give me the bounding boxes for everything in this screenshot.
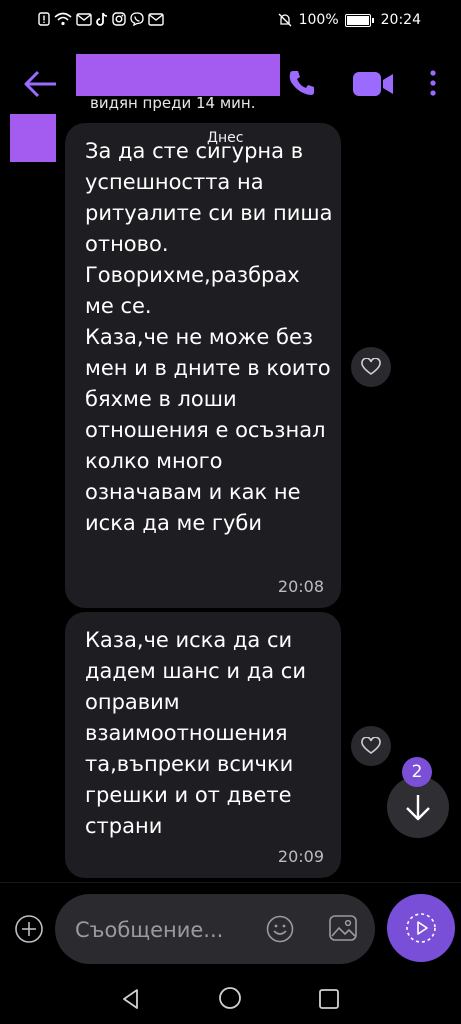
message-bubble[interactable]: Каза,че иска да си дадем шанс и да си оп… <box>65 612 341 878</box>
voice-message-button[interactable] <box>387 894 455 962</box>
nav-back-icon[interactable] <box>120 988 142 1010</box>
more-options-icon[interactable] <box>426 68 440 98</box>
message-text: Каза,че иска да си дадем шанс и да си оп… <box>85 628 306 838</box>
alert-icon <box>38 12 50 26</box>
message-text: За да сте сигурна в успешността на ритуа… <box>85 139 333 535</box>
dnd-off-icon <box>278 13 292 27</box>
viber-icon <box>130 12 144 26</box>
last-seen-status: видян преди 14 мин. <box>90 94 256 112</box>
instagram-icon <box>112 12 126 26</box>
battery-percent: 100% <box>298 12 339 28</box>
wifi-icon <box>54 12 72 26</box>
mail-icon <box>148 12 164 26</box>
status-bar: 100% 20:24 <box>0 0 461 44</box>
status-right: 100% 20:24 <box>277 12 421 28</box>
sticker-emoji-icon[interactable] <box>265 914 295 944</box>
redacted-contact-name[interactable] <box>76 54 280 96</box>
plus-icon[interactable] <box>14 914 44 944</box>
mail-icon <box>76 12 92 26</box>
video-call-icon[interactable] <box>352 70 394 98</box>
battery-fill <box>346 15 369 25</box>
nav-recent-apps-icon[interactable] <box>318 988 340 1010</box>
nav-home-icon[interactable] <box>218 986 242 1010</box>
message-input[interactable] <box>73 912 267 948</box>
date-separator: Днес <box>207 130 244 146</box>
like-button[interactable] <box>351 726 391 766</box>
unread-count-badge[interactable]: 2 <box>402 757 432 787</box>
message-time: 20:08 <box>277 577 324 596</box>
play-voice-icon <box>406 913 436 943</box>
arrow-down-icon <box>406 795 430 821</box>
message-time: 20:09 <box>277 847 324 866</box>
message-bubble[interactable]: За да сте сигурна в успешността на ритуа… <box>65 123 341 608</box>
redacted-avatar[interactable] <box>10 114 56 162</box>
heart-icon <box>361 358 381 375</box>
message-composer <box>55 894 375 964</box>
battery-icon <box>344 13 374 27</box>
heart-icon <box>361 737 381 754</box>
phone-call-icon[interactable] <box>287 68 317 98</box>
composer-divider <box>0 882 461 883</box>
chat-header: видян преди 14 мин. <box>0 44 461 124</box>
tiktok-icon <box>96 12 108 26</box>
clock: 20:24 <box>380 12 421 28</box>
back-arrow-icon[interactable] <box>22 69 60 99</box>
status-notification-icons <box>38 12 164 26</box>
like-button[interactable] <box>351 347 391 387</box>
gallery-icon[interactable] <box>327 912 359 944</box>
